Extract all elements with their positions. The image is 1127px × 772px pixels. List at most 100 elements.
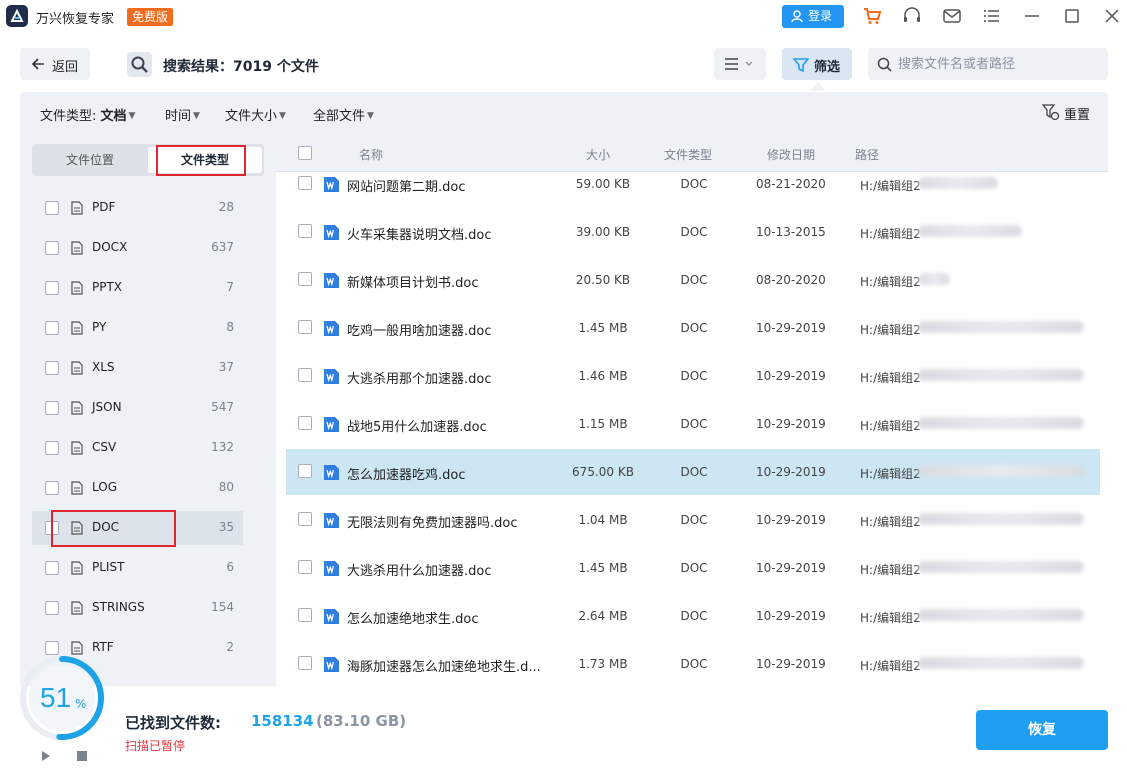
file-type-name: XLS (92, 360, 115, 374)
file-path: H:/编辑组2 (860, 227, 921, 241)
search-box[interactable] (868, 48, 1108, 80)
file-type: DOC (680, 657, 708, 671)
table-row[interactable]: 怎么加速器吃鸡.doc 675.00 KB DOC 10-29-2019 H:/编辑组2 (286, 449, 1100, 495)
file-type-name: STRINGS (92, 600, 145, 614)
select-all-checkbox[interactable] (298, 146, 312, 160)
file-name: 新媒体项目计划书.doc (347, 276, 479, 291)
filter-reset-icon (1042, 104, 1060, 121)
table-row[interactable]: 怎么加速绝地求生.doc 2.64 MB DOC 10-29-2019 H:/编辑组2 (286, 593, 1100, 639)
search-result-text: 搜索结果：7019 个文件 (163, 59, 319, 75)
table-row[interactable]: 新媒体项目计划书.doc 20.50 KB DOC 08-20-2020 H:/编辑组2 (286, 257, 1100, 303)
row-checkbox[interactable] (298, 416, 312, 430)
mail-icon[interactable] (942, 6, 962, 26)
row-checkbox[interactable] (298, 368, 312, 382)
file-type-item[interactable]: PPTX 7 (32, 271, 243, 305)
file-type-count: 7 (226, 280, 234, 294)
file-date: 08-21-2020 (756, 177, 826, 191)
redacted-path (918, 657, 1084, 669)
file-type-item[interactable]: PY 8 (32, 311, 243, 345)
file-type-item[interactable]: LOG 80 (32, 471, 243, 505)
row-checkbox[interactable] (298, 176, 312, 190)
file-type-checkbox[interactable] (45, 481, 59, 495)
close-icon[interactable] (1102, 6, 1122, 26)
table-row[interactable]: 网站问题第二期.doc 59.00 KB DOC 08-21-2020 H:/编辑组2 (286, 161, 1100, 207)
file-type-checkbox[interactable] (45, 561, 59, 575)
file-type-checkbox[interactable] (45, 241, 59, 255)
file-size: 2.64 MB (578, 609, 628, 623)
cart-icon[interactable] (862, 6, 882, 26)
file-date: 10-13-2015 (756, 225, 826, 239)
file-size-dropdown[interactable]: 文件大小 ▼ (225, 105, 286, 124)
redacted-path (918, 273, 950, 285)
file-type-checkbox[interactable] (45, 401, 59, 415)
headset-icon[interactable] (902, 6, 922, 26)
table-row[interactable]: 大逃杀用那个加速器.doc 1.46 MB DOC 10-29-2019 H:/编辑组2 (286, 353, 1100, 399)
file-date: 10-29-2019 (756, 465, 826, 479)
file-type-item[interactable]: PLIST 6 (32, 551, 243, 585)
highlight-doc-item (51, 510, 176, 547)
row-checkbox[interactable] (298, 464, 312, 478)
view-mode-button[interactable] (714, 48, 766, 80)
row-checkbox[interactable] (298, 224, 312, 238)
filter-button[interactable]: 筛选 (782, 48, 852, 80)
document-icon (71, 401, 83, 415)
file-type-item[interactable]: JSON 547 (32, 391, 243, 425)
table-row[interactable]: 吃鸡一般用啥加速器.doc 1.45 MB DOC 10-29-2019 H:/编辑组2 (286, 305, 1100, 351)
tab-file-location[interactable]: 文件位置 (32, 144, 148, 176)
all-files-dropdown[interactable]: 全部文件 ▼ (313, 105, 374, 124)
file-date: 10-29-2019 (756, 513, 826, 527)
word-file-icon (324, 561, 339, 576)
file-type-checkbox[interactable] (45, 441, 59, 455)
row-checkbox[interactable] (298, 656, 312, 670)
minimize-icon[interactable] (1022, 6, 1042, 26)
row-checkbox[interactable] (298, 560, 312, 574)
row-checkbox[interactable] (298, 608, 312, 622)
table-row[interactable]: 战地5用什么加速器.doc 1.15 MB DOC 10-29-2019 H:/编辑组2 (286, 401, 1100, 447)
file-type-checkbox[interactable] (45, 321, 59, 335)
file-size: 39.00 KB (575, 225, 631, 239)
file-type-checkbox[interactable] (45, 641, 59, 655)
file-type-value: 文档 (100, 109, 127, 124)
word-file-icon (324, 369, 339, 384)
menu-icon[interactable] (982, 6, 1002, 26)
file-path: H:/编辑组2 (860, 371, 921, 385)
file-type-item[interactable]: STRINGS 154 (32, 591, 243, 625)
file-type: DOC (680, 177, 708, 191)
file-date: 10-29-2019 (756, 657, 826, 671)
row-checkbox[interactable] (298, 320, 312, 334)
file-type-count: 37 (218, 360, 234, 374)
row-checkbox[interactable] (298, 512, 312, 526)
free-badge: 免费版 (127, 8, 174, 26)
table-row[interactable]: 大逃杀用什么加速器.doc 1.45 MB DOC 10-29-2019 H:/编辑组2 (286, 545, 1100, 591)
file-type-item[interactable]: XLS 37 (32, 351, 243, 385)
file-type-count: 6 (226, 560, 234, 574)
file-size: 20.50 KB (575, 273, 631, 287)
search-input[interactable] (898, 48, 1103, 80)
time-dropdown[interactable]: 时间 ▼ (165, 105, 200, 124)
table-row[interactable]: 无限法则有免费加速器吗.doc 1.04 MB DOC 10-29-2019 H:/编辑… (286, 497, 1100, 543)
file-type-item[interactable]: PDF 28 (32, 191, 243, 225)
file-path: H:/编辑组2 (860, 611, 921, 625)
file-type-checkbox[interactable] (45, 281, 59, 295)
maximize-icon[interactable] (1062, 6, 1082, 26)
back-button[interactable]: 返回 (20, 48, 90, 80)
table-row[interactable]: 海豚加速器怎么加速绝地求生.d... 1.73 MB DOC 10-29-2019 H:… (286, 641, 1100, 686)
file-type-name: DOCX (92, 240, 128, 254)
redacted-path (918, 513, 1084, 525)
play-icon[interactable] (41, 750, 51, 762)
file-type-checkbox[interactable] (45, 361, 59, 375)
stop-icon[interactable] (77, 751, 87, 761)
file-size: 1.04 MB (578, 513, 628, 527)
file-type-checkbox[interactable] (45, 201, 59, 215)
file-type-checkbox[interactable] (45, 601, 59, 615)
login-button[interactable]: 登录 (782, 5, 844, 28)
row-checkbox[interactable] (298, 272, 312, 286)
file-type-dropdown[interactable]: 文件类型: 文档 ▼ (40, 105, 135, 124)
redacted-path (918, 465, 1084, 477)
table-row[interactable]: 火车采集器说明文档.doc 39.00 KB DOC 10-13-2015 H:/编辑组… (286, 209, 1100, 255)
recover-button[interactable]: 恢复 (976, 710, 1108, 750)
arrow-left-icon (31, 58, 44, 70)
file-type-item[interactable]: DOCX 637 (32, 231, 243, 265)
file-type-item[interactable]: CSV 132 (32, 431, 243, 465)
file-name: 战地5用什么加速器.doc (347, 420, 487, 435)
